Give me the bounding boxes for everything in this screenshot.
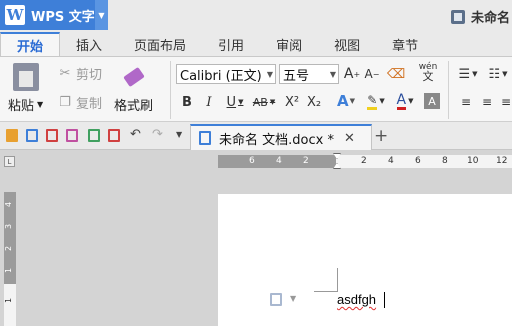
document-tab[interactable]: 未命名 文档.docx * ✕ [190, 124, 372, 150]
brush-icon [121, 63, 147, 91]
font-size-value: 五号 [283, 68, 310, 84]
font-name-select[interactable]: Calibri (正文) ▼ [176, 64, 276, 84]
phonetic-guide-button[interactable]: wén 文 [415, 61, 441, 83]
new-tab-icon[interactable]: + [374, 126, 388, 146]
font-color-icon: A [396, 91, 407, 110]
document-tab-label: 未命名 文档.docx * [219, 132, 334, 148]
align-right-button[interactable]: ≡ [499, 93, 512, 111]
font-color-button[interactable]: A ▼ [393, 91, 417, 111]
numbered-list-button[interactable]: ☷ ▼ [486, 65, 510, 83]
export-pdf-icon[interactable] [46, 129, 58, 142]
shrink-font-button[interactable]: A − [364, 65, 380, 83]
tab-references[interactable]: 引用 [202, 32, 260, 57]
copy-label: 复制 [76, 97, 103, 112]
quick-access-dropdown-icon[interactable]: ▼ [176, 130, 182, 139]
scissors-icon: ✂ [59, 66, 71, 81]
paste-button[interactable]: 粘贴 ▼ [8, 63, 43, 114]
font-name-value: Calibri (正文) [180, 68, 262, 84]
tab-view[interactable]: 视图 [318, 32, 376, 57]
bold-button[interactable]: B [180, 93, 194, 111]
bullet-list-button[interactable]: ☰ ▼ [456, 65, 480, 83]
chevron-down-icon[interactable]: ▼ [290, 294, 296, 303]
paragraph-layout-icon[interactable] [270, 293, 282, 306]
divider [170, 61, 171, 119]
highlighter-icon: ✎ [367, 93, 378, 110]
copy-icon: ❐ [59, 95, 71, 110]
margin-corner-mark [314, 268, 338, 292]
align-center-button[interactable]: ≡ [479, 93, 495, 111]
open-folder-icon[interactable] [6, 129, 18, 142]
horizontal-ruler[interactable]: 6 4 2 2 4 6 8 10 12 [218, 155, 512, 168]
cut-button[interactable]: ✂ 剪切 [58, 64, 102, 83]
window-title: 未命名 [450, 7, 510, 26]
underline-button[interactable]: U ▼ [224, 93, 246, 111]
copy-button[interactable]: ❐ 复制 [58, 93, 102, 112]
format-painter-label: 格式刷 [114, 99, 154, 114]
window-title-text: 未命名 [470, 11, 510, 26]
wps-logo-icon: W [5, 5, 25, 25]
app-name: WPS 文字 [31, 9, 95, 25]
tab-insert[interactable]: 插入 [60, 32, 118, 57]
divider [448, 61, 449, 119]
horizontal-ruler-row: L 6 4 2 2 4 6 8 10 12 [0, 150, 512, 171]
tab-review[interactable]: 审阅 [260, 32, 318, 57]
text-cursor [384, 292, 385, 308]
highlight-button[interactable]: ✎ ▼ [364, 91, 388, 111]
undo-icon[interactable]: ↶ [130, 127, 141, 142]
print-icon[interactable] [66, 129, 78, 142]
app-menu-dropdown-icon[interactable]: ▼ [95, 0, 108, 30]
document-icon [199, 131, 211, 145]
redo-icon[interactable]: ↷ [152, 127, 163, 142]
app-menu-button[interactable]: W WPS 文字 ▼ [0, 0, 108, 30]
tab-section[interactable]: 章节 [376, 32, 434, 57]
tab-page-layout[interactable]: 页面布局 [118, 32, 202, 57]
tab-stop-selector[interactable]: L [4, 156, 15, 167]
align-left-button[interactable]: ≡ [458, 93, 474, 111]
ribbon-tabs: 开始 插入 页面布局 引用 审阅 视图 章节 [0, 30, 512, 57]
tab-home[interactable]: 开始 [0, 32, 61, 57]
char-shading-button[interactable]: A [424, 93, 440, 109]
close-icon[interactable]: ✕ [344, 131, 355, 146]
clipboard-icon [12, 63, 39, 91]
grow-font-button[interactable]: A + [344, 65, 360, 83]
document-text[interactable]: asdfgh [337, 292, 376, 307]
quick-access-bar: ↶ ↷ ▼ 未命名 文档.docx * ✕ + [0, 122, 512, 150]
title-bar: W WPS 文字 ▼ 未命名 [0, 0, 512, 30]
subscript-button[interactable]: X₂ [305, 93, 323, 111]
italic-button[interactable]: I [202, 93, 216, 111]
chevron-down-icon: ▼ [329, 70, 336, 79]
paste-label: 粘贴 [8, 99, 35, 114]
indent-marker[interactable] [333, 153, 341, 171]
print-preview-icon[interactable] [88, 129, 100, 142]
spell-check-icon[interactable] [108, 129, 120, 142]
format-painter-button[interactable]: 格式刷 [114, 63, 153, 114]
strikethrough-button[interactable]: AB ▼ [252, 93, 276, 111]
save-icon[interactable] [26, 129, 38, 142]
ribbon: 粘贴 ▼ ✂ 剪切 ❐ 复制 格式刷 Calibri (正文) ▼ 五号 ▼ A… [0, 56, 512, 122]
chevron-down-icon: ▼ [266, 70, 273, 79]
superscript-button[interactable]: X² [283, 93, 301, 111]
clear-format-button[interactable]: ⌫ [387, 65, 405, 83]
cut-label: 剪切 [76, 68, 103, 83]
text-effect-button[interactable]: A ▼ [334, 91, 358, 111]
vertical-ruler[interactable]: 4 3 2 1 1 [4, 192, 16, 326]
document-icon [450, 9, 465, 24]
chevron-down-icon: ▼ [37, 100, 44, 109]
font-size-select[interactable]: 五号 ▼ [279, 64, 339, 84]
